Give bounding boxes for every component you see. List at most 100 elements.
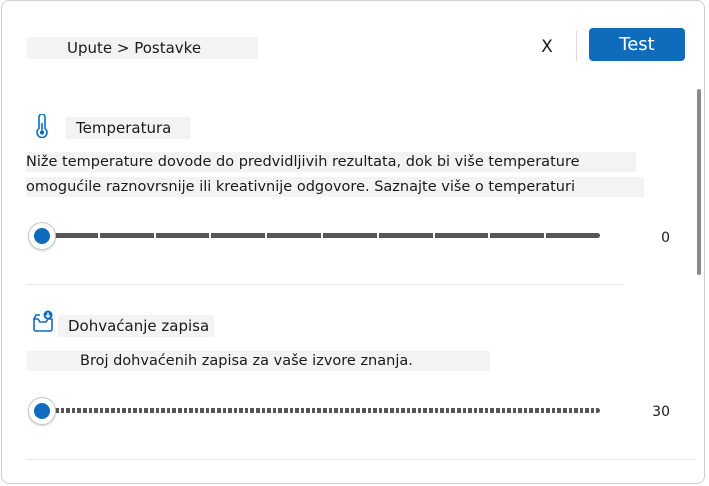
scrollbar[interactable] <box>697 89 701 275</box>
slider-tick <box>170 408 172 413</box>
slider-tick <box>578 408 580 413</box>
slider-tick <box>472 408 474 413</box>
slider-tick <box>187 408 189 413</box>
slider-tick <box>377 233 379 238</box>
slider-tick <box>154 233 156 238</box>
slider-tick <box>388 408 390 413</box>
section-divider <box>26 284 624 285</box>
breadcrumb: Upute > Postavke <box>27 37 258 59</box>
slider-tick <box>461 408 463 413</box>
temperature-description-line1: Niže temperature dovode do predvidljivih… <box>26 152 636 172</box>
slider-tick <box>321 233 323 238</box>
slider-tick <box>522 408 524 413</box>
slider-tick <box>299 408 301 413</box>
slider-tick <box>583 408 585 413</box>
slider-tick <box>382 408 384 413</box>
slider-tick <box>544 233 546 238</box>
slider-tick <box>109 408 111 413</box>
slider-tick <box>120 408 122 413</box>
slider-tick <box>64 408 66 413</box>
slider-tick <box>516 408 518 413</box>
slider-tick <box>137 408 139 413</box>
slider-tick <box>221 408 223 413</box>
slider-tick <box>293 408 295 413</box>
slider-tick <box>115 408 117 413</box>
slider-tick <box>594 408 596 413</box>
slider-tick <box>539 408 541 413</box>
slider-tick <box>204 408 206 413</box>
slider-tick <box>416 408 418 413</box>
temperature-slider-thumb[interactable] <box>28 222 56 250</box>
temperature-slider-track[interactable] <box>42 233 600 238</box>
slider-tick <box>182 408 184 413</box>
slider-tick <box>260 408 262 413</box>
slider-tick <box>254 408 256 413</box>
slider-tick <box>561 408 563 413</box>
slider-tick <box>511 408 513 413</box>
slider-tick <box>555 408 557 413</box>
slider-tick <box>310 408 312 413</box>
slider-tick <box>589 408 591 413</box>
slider-tick <box>433 233 435 238</box>
slider-tick <box>500 408 502 413</box>
temperature-description-line2: omogućile raznovrsnije ili kreativnije o… <box>26 177 644 197</box>
slider-tick <box>198 408 200 413</box>
slider-tick <box>360 408 362 413</box>
slider-tick <box>449 408 451 413</box>
slider-tick <box>371 408 373 413</box>
slider-tick <box>433 408 435 413</box>
slider-tick <box>321 408 323 413</box>
slider-tick <box>567 408 569 413</box>
close-button[interactable]: X <box>537 35 557 59</box>
slider-tick <box>488 233 490 238</box>
slider-tick <box>288 408 290 413</box>
slider-tick <box>265 233 267 238</box>
slider-tick <box>92 408 94 413</box>
slider-tick <box>394 408 396 413</box>
slider-tick <box>410 408 412 413</box>
slider-tick <box>165 408 167 413</box>
slider-tick <box>176 408 178 413</box>
temperature-title: Temperatura <box>66 117 190 139</box>
slider-tick <box>215 408 217 413</box>
slider-tick <box>343 408 345 413</box>
slider-tick <box>81 408 83 413</box>
slider-tick <box>126 408 128 413</box>
slider-tick <box>226 408 228 413</box>
slider-tick <box>366 408 368 413</box>
slider-tick <box>159 408 161 413</box>
slider-tick <box>405 408 407 413</box>
test-button[interactable]: Test <box>589 28 685 61</box>
slider-tick <box>237 408 239 413</box>
slider-tick <box>488 408 490 413</box>
slider-tick <box>243 408 245 413</box>
retrieval-description: Broj dohvaćenih zapisa za vaše izvore zn… <box>27 351 490 371</box>
header-divider <box>576 31 577 61</box>
slider-tick <box>209 233 211 238</box>
slider-tick <box>131 408 133 413</box>
slider-tick <box>248 408 250 413</box>
slider-tick <box>142 408 144 413</box>
slider-tick <box>282 408 284 413</box>
slider-tick <box>572 408 574 413</box>
slider-tick <box>193 408 195 413</box>
slider-tick <box>438 408 440 413</box>
slider-tick <box>98 408 100 413</box>
slider-tick <box>154 408 156 413</box>
slider-tick <box>87 408 89 413</box>
retrieval-slider-track[interactable] <box>42 408 600 413</box>
slider-tick <box>533 408 535 413</box>
slider-tick <box>477 408 479 413</box>
thermometer-icon <box>31 113 53 139</box>
slider-tick <box>544 408 546 413</box>
slider-tick <box>455 408 457 413</box>
slider-tick <box>271 408 273 413</box>
slider-tick <box>505 408 507 413</box>
retrieval-slider-thumb[interactable] <box>28 397 56 425</box>
temperature-value: 0 <box>661 230 670 246</box>
slider-tick <box>265 408 267 413</box>
slider-tick <box>276 408 278 413</box>
slider-tick <box>494 408 496 413</box>
slider-tick <box>98 233 100 238</box>
retrieval-value: 30 <box>652 404 670 420</box>
